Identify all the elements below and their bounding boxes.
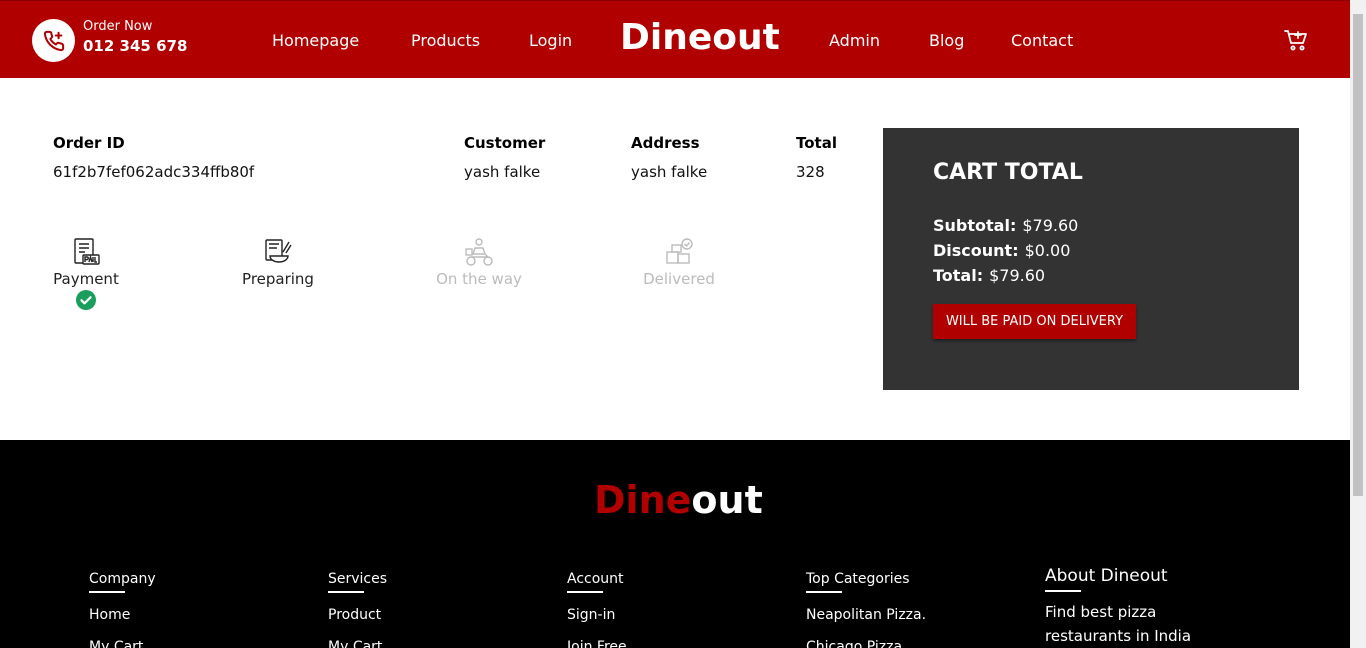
- footer-link-neapolitan[interactable]: Neapolitan Pizza.: [806, 607, 926, 623]
- nav-blog[interactable]: Blog: [929, 31, 964, 50]
- step-payment: Payment: [26, 236, 146, 310]
- delivery-scooter-icon: [419, 236, 539, 268]
- total-row: Total: $79.60: [933, 266, 1045, 285]
- subtotal-value: $79.60: [1022, 216, 1079, 235]
- subtotal-label: Subtotal:: [933, 216, 1017, 235]
- footer-col-account: Account Sign-in Join Free: [567, 568, 627, 648]
- discount-row: Discount: $0.00: [933, 241, 1070, 260]
- total-value: 328: [796, 163, 825, 181]
- footer-link-my-cart[interactable]: My Cart: [89, 639, 156, 648]
- step-on-the-way-label: On the way: [436, 270, 522, 288]
- pay-on-delivery-button[interactable]: WILL BE PAID ON DELIVERY: [933, 304, 1136, 339]
- cart-total-panel: CART TOTAL Subtotal: $79.60 Discount: $0.0…: [883, 128, 1299, 390]
- footer-link-home[interactable]: Home: [89, 607, 156, 623]
- address-value: yash falke: [631, 163, 708, 181]
- footer-col-title: Account: [567, 571, 624, 593]
- customer-header: Customer: [464, 134, 546, 152]
- nav-admin[interactable]: Admin: [829, 31, 880, 50]
- step-payment-label: Payment: [53, 270, 119, 288]
- nav-homepage[interactable]: Homepage: [272, 31, 359, 50]
- delivered-box-icon: [619, 236, 739, 268]
- scrollbar-thumb[interactable]: [1353, 14, 1363, 496]
- order-now-label: Order Now: [83, 19, 153, 34]
- step-delivered-label: Delivered: [643, 270, 715, 288]
- page-scrollbar[interactable]: [1350, 0, 1366, 648]
- footer-brand-white: out: [691, 478, 763, 522]
- footer-col-title: Top Categories: [806, 571, 910, 593]
- footer-col-title: Services: [328, 571, 387, 593]
- brand-logo[interactable]: Dineout: [620, 17, 780, 58]
- order-id-header: Order ID: [53, 134, 125, 152]
- order-now-block: Order Now 012 345 678: [83, 19, 187, 55]
- top-navbar: Order Now 012 345 678 Homepage Products …: [0, 0, 1350, 78]
- total-header: Total: [796, 134, 837, 152]
- cooking-icon: [218, 236, 338, 268]
- paid-receipt-icon: [26, 236, 146, 268]
- step-on-the-way: On the way: [419, 236, 539, 288]
- order-id-value: 61f2b7fef062adc334ffb80f: [53, 163, 255, 181]
- footer: Dineout Company Home My Cart Services Pr…: [0, 440, 1350, 648]
- footer-link-my-cart[interactable]: My Cart: [328, 639, 387, 648]
- cart-total-value: $79.60: [989, 266, 1046, 285]
- footer-col-services: Services Product My Cart: [328, 568, 387, 648]
- nav-products[interactable]: Products: [411, 31, 480, 50]
- footer-brand-logo[interactable]: Dineout: [594, 478, 763, 522]
- phone-call-icon[interactable]: [32, 19, 75, 62]
- footer-link-sign-in[interactable]: Sign-in: [567, 607, 627, 623]
- step-preparing: Preparing: [218, 236, 338, 288]
- total-label: Total:: [933, 266, 984, 285]
- cart-total-title: CART TOTAL: [933, 160, 1083, 185]
- discount-value: $0.00: [1024, 241, 1071, 260]
- step-delivered: Delivered: [619, 236, 739, 288]
- check-circle-icon: [26, 290, 146, 310]
- step-preparing-label: Preparing: [242, 270, 314, 288]
- footer-about: About Dineout Find best pizza restaurant…: [1045, 566, 1225, 648]
- subtotal-row: Subtotal: $79.60: [933, 216, 1078, 235]
- phone-number[interactable]: 012 345 678: [83, 37, 187, 55]
- address-header: Address: [631, 134, 700, 152]
- footer-link-product[interactable]: Product: [328, 607, 387, 623]
- shopping-cart-icon[interactable]: [1284, 29, 1308, 51]
- footer-about-text: Find best pizza restaurants in India: [1045, 603, 1192, 645]
- nav-login[interactable]: Login: [529, 31, 572, 50]
- footer-link-chicago[interactable]: Chicago Pizza.: [806, 639, 926, 648]
- nav-contact[interactable]: Contact: [1011, 31, 1073, 50]
- discount-label: Discount:: [933, 241, 1019, 260]
- footer-col-title: Company: [89, 571, 156, 593]
- footer-brand-red: Dine: [594, 478, 692, 522]
- footer-link-join-free[interactable]: Join Free: [567, 639, 627, 648]
- footer-about-title: About Dineout: [1045, 566, 1168, 592]
- customer-value: yash falke: [464, 163, 541, 181]
- footer-col-top-categories: Top Categories Neapolitan Pizza. Chicago…: [806, 568, 926, 648]
- footer-col-company: Company Home My Cart: [89, 568, 156, 648]
